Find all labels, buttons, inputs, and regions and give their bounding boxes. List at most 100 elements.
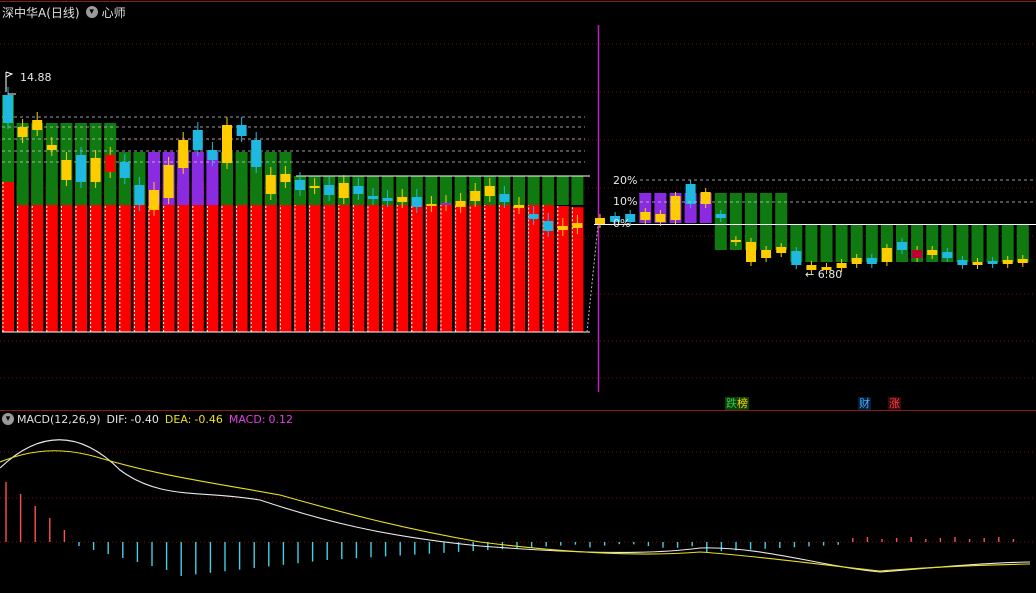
green-zone [235, 152, 248, 205]
red-column [513, 202, 525, 332]
red-column [396, 192, 409, 332]
candle-body-right [761, 250, 772, 258]
indicator-name[interactable]: 心师 [102, 4, 126, 21]
percent-label-0: 0% [613, 217, 631, 230]
stock-title[interactable]: 深中华A(日线) [2, 4, 80, 21]
candle-body [353, 186, 364, 194]
candle-body [426, 204, 437, 206]
candle-body [61, 160, 72, 180]
red-column [469, 198, 482, 332]
candle-body [324, 185, 335, 195]
dif-label: DIF: [106, 412, 128, 426]
red-column [425, 195, 438, 332]
dif-value: -0.40 [130, 412, 159, 426]
red-column [337, 188, 350, 332]
macd-label: MACD: [228, 412, 266, 426]
candle-body [309, 186, 320, 188]
green-zone [556, 176, 569, 205]
candle-body [105, 155, 116, 172]
candle-body-right [881, 248, 892, 262]
candle-body [528, 214, 539, 219]
red-column [454, 197, 467, 332]
candle-body [295, 180, 305, 190]
candle-body [368, 196, 378, 199]
candle-body-right [776, 247, 787, 253]
green-zone-right [986, 225, 999, 262]
candle-body-right [685, 184, 696, 204]
candle-body [484, 186, 495, 196]
candle-body [46, 145, 57, 150]
candle-body-right [851, 258, 862, 264]
candle-body [76, 155, 86, 182]
percent-label-10: 10% [613, 195, 638, 208]
green-zone [571, 176, 584, 205]
candle-body [192, 130, 203, 150]
indicator-menu-icon[interactable]: ▾ [85, 6, 98, 18]
candle-body [338, 183, 349, 198]
red-column [279, 183, 292, 332]
main-chart[interactable]: 14.88 ← 6.80 [0, 0, 1036, 593]
candle-body [134, 185, 145, 205]
red-column [323, 186, 336, 332]
badge-list-char: 榜 [737, 397, 748, 410]
green-zone-right [835, 225, 848, 262]
macd-menu-icon[interactable]: ▾ [2, 413, 14, 425]
candle-body [251, 140, 262, 167]
red-column [410, 194, 423, 332]
macd-name[interactable]: MACD(12,26,9) [17, 413, 101, 426]
dea-label: DEA: [164, 412, 192, 426]
candle-body [119, 162, 130, 178]
candle-body [207, 150, 218, 160]
red-column [308, 185, 321, 332]
candle-body [543, 221, 554, 231]
green-zone-right [971, 225, 984, 262]
candle-body-right [987, 261, 998, 264]
green-zone-right [775, 193, 788, 250]
candle-body [265, 175, 276, 194]
candle-body-right [595, 218, 605, 224]
candle-body [572, 223, 583, 228]
badge-fall-char: 跌 [726, 397, 737, 410]
candle-body [514, 205, 524, 208]
candle-body [149, 190, 159, 210]
red-column [483, 200, 496, 332]
red-column [352, 189, 365, 332]
badge-finance[interactable]: 财 [858, 397, 871, 410]
candle-body-right [972, 262, 983, 265]
red-column [498, 201, 511, 332]
green-zone [527, 176, 540, 205]
green-zone-right [805, 225, 818, 262]
chart-title-bar: 深中华A(日线) ▾ 心师 [2, 2, 126, 22]
candle-body-right [957, 260, 968, 265]
candle-body [178, 140, 189, 168]
red-column [381, 191, 394, 332]
red-column [2, 182, 14, 332]
candle-body-right [746, 242, 756, 262]
candle-body [163, 165, 174, 198]
candle-body [411, 197, 422, 207]
candle-body-right [670, 196, 681, 220]
candle-body [222, 125, 232, 163]
dif-line [0, 439, 1031, 573]
peak-flag-icon [5, 71, 14, 92]
candle-body [382, 198, 393, 201]
candle-body [397, 197, 408, 202]
connector-line [586, 224, 599, 333]
green-zone [45, 123, 58, 205]
dea-line [0, 450, 1031, 572]
badge-rise[interactable]: 涨 [888, 397, 901, 410]
macd-value: 0.12 [268, 412, 294, 426]
candle-body [470, 191, 481, 201]
badge-fall-list[interactable]: 跌榜 [725, 397, 749, 410]
candle-body [90, 158, 101, 182]
red-column [367, 190, 379, 332]
candle-body-right [791, 251, 802, 265]
green-zone-right [820, 225, 833, 262]
percent-label-20: 20% [613, 174, 638, 187]
high-price-label: 14.88 [20, 71, 52, 84]
candle-body [455, 201, 466, 207]
macd-header: ▾ MACD(12,26,9) DIF: -0.40 DEA: -0.46 MA… [2, 411, 293, 427]
candle-body-right [640, 212, 651, 220]
dea-value: -0.46 [194, 412, 223, 426]
candle-body-right [655, 214, 666, 222]
